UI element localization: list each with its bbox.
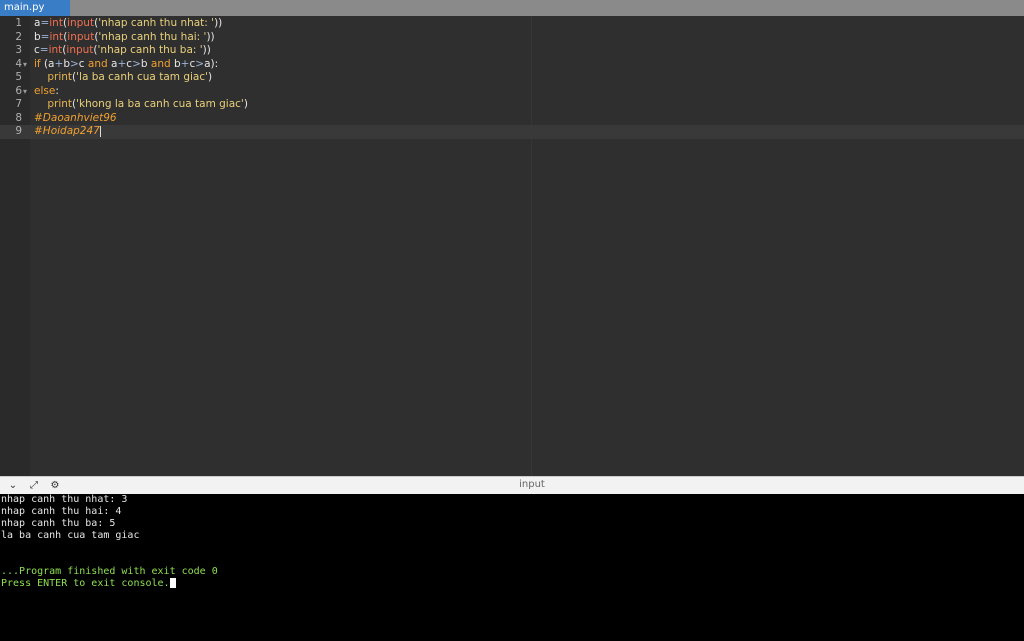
code-token: + (54, 57, 64, 70)
code-line[interactable]: 2 b=int(input('nhap canh thu hai: ')) (0, 31, 1024, 45)
code-token: b (170, 57, 181, 70)
code-text: print('khong la ba canh cua tam giac') (34, 98, 248, 112)
code-text: a=int(input('nhap canh thu nhat: ')) (34, 17, 222, 31)
code-text: #Daoanhviet96 (34, 112, 117, 126)
console-line: Press ENTER to exit console. (0, 578, 1024, 590)
console-text: Press ENTER to exit console. (1, 578, 170, 589)
line-number: 2 (15, 30, 22, 43)
code-line[interactable]: 6 ▾ else: (0, 85, 1024, 99)
line-number: 7 (15, 98, 22, 110)
code-line[interactable]: 5 print('la ba canh cua tam giac') (0, 71, 1024, 85)
code-line[interactable]: 4 ▾ if (a+b>c and a+c>b and b+c>a): (0, 58, 1024, 72)
fold-arrow-icon[interactable]: ▾ (23, 85, 27, 99)
text-cursor (99, 125, 101, 137)
line-number: 6 (15, 84, 22, 97)
code-token: and (87, 57, 108, 70)
code-text: if (a+b>c and a+c>b and b+c>a): (34, 58, 218, 72)
code-token: > (195, 57, 205, 70)
line-number: 8 (15, 111, 22, 124)
console-line: nhap canh thu hai: 4 (0, 506, 1024, 518)
code-token: and (150, 57, 171, 70)
code-token: b (34, 30, 41, 43)
code-token: #Hoidap247 (34, 125, 100, 137)
code-text: c=int(input('nhap canh thu ba: ')) (34, 44, 211, 58)
code-token: c (78, 57, 88, 70)
code-token: > (132, 57, 141, 70)
code-token: 'nhap canh thu hai: ' (98, 30, 207, 43)
console-text: nhap canh thu hai: 4 (1, 506, 122, 517)
console-cursor (169, 578, 176, 588)
code-token: )) (206, 30, 215, 43)
code-token: ) (243, 98, 248, 110)
line-number: 4 (15, 57, 22, 70)
code-token: a): (204, 57, 219, 70)
code-token: 'nhap canh thu ba: ' (97, 44, 203, 56)
code-text: else: (34, 85, 59, 99)
line-number: 3 (15, 44, 22, 56)
code-line[interactable]: 8 #Daoanhviet96 (0, 112, 1024, 126)
line-number: 9 (15, 125, 22, 137)
code-token: else (34, 84, 56, 97)
code-text: #Hoidap247 (34, 125, 101, 139)
code-token: = (39, 44, 49, 56)
code-token: )) (202, 44, 211, 56)
console-line: nhap canh thu ba: 5 (0, 518, 1024, 530)
code-token: int (49, 30, 64, 43)
code-token: input (66, 44, 94, 56)
line-number: 5 (15, 71, 22, 83)
code-token: (a (40, 57, 55, 70)
code-token: print (47, 71, 73, 83)
tab-bar: main.py (0, 0, 1024, 16)
console-line: nhap canh thu nhat: 3 (0, 494, 1024, 506)
editor-lines[interactable]: 1 a=int(input('nhap canh thu nhat: ')) 2 b=… (0, 17, 1024, 139)
code-token: b (63, 57, 70, 70)
code-text: b=int(input('nhap canh thu hai: ')) (34, 31, 215, 45)
console-toolbar: ⌄ ⤢ ⚙ input (0, 476, 1024, 494)
code-editor[interactable]: 1 a=int(input('nhap canh thu nhat: ')) 2 b=… (0, 16, 1024, 476)
code-token: 'la ba canh cua tam giac' (76, 71, 209, 83)
console-text: nhap canh thu ba: 5 (1, 518, 116, 529)
code-token: input (67, 17, 95, 29)
code-token: #Daoanhviet96 (34, 111, 117, 124)
code-token: a (107, 57, 118, 70)
console-text: ...Program finished with exit code 0 (1, 566, 218, 577)
code-line[interactable]: 7 print('khong la ba canh cua tam giac') (0, 98, 1024, 112)
console-output[interactable]: nhap canh thu nhat: 3 nhap canh thu hai: … (0, 494, 1024, 641)
console-line: ...Program finished with exit code 0 (0, 566, 1024, 578)
code-line[interactable]: 9 #Hoidap247 (0, 125, 1024, 139)
code-token: if (34, 57, 41, 70)
code-token: = (40, 17, 50, 29)
code-line[interactable]: 3 c=int(input('nhap canh thu ba: ')) (0, 44, 1024, 58)
console-line: la ba canh cua tam giac (0, 530, 1024, 542)
code-token: 'nhap canh thu nhat: ' (98, 17, 215, 29)
tab-main-py[interactable]: main.py (0, 0, 70, 16)
code-token: > (69, 57, 79, 70)
code-token: + (117, 57, 127, 70)
console-text: nhap canh thu nhat: 3 (1, 494, 128, 505)
code-token: int (49, 17, 63, 29)
code-text: print('la ba canh cua tam giac') (34, 71, 212, 85)
code-line[interactable]: 1 a=int(input('nhap canh thu nhat: ')) (0, 17, 1024, 31)
code-token: input (67, 30, 95, 43)
code-token: ) (208, 71, 213, 83)
code-token: : (55, 84, 59, 97)
line-number: 1 (15, 17, 22, 29)
code-token: 'khong la ba canh cua tam giac' (76, 98, 244, 110)
code-token: print (47, 98, 73, 110)
console-text: la ba canh cua tam giac (1, 530, 140, 541)
code-token: )) (214, 17, 223, 29)
code-token: int (48, 44, 63, 56)
panel-title: input (519, 479, 545, 490)
code-token: b (140, 57, 151, 70)
fold-arrow-icon[interactable]: ▾ (23, 58, 27, 72)
